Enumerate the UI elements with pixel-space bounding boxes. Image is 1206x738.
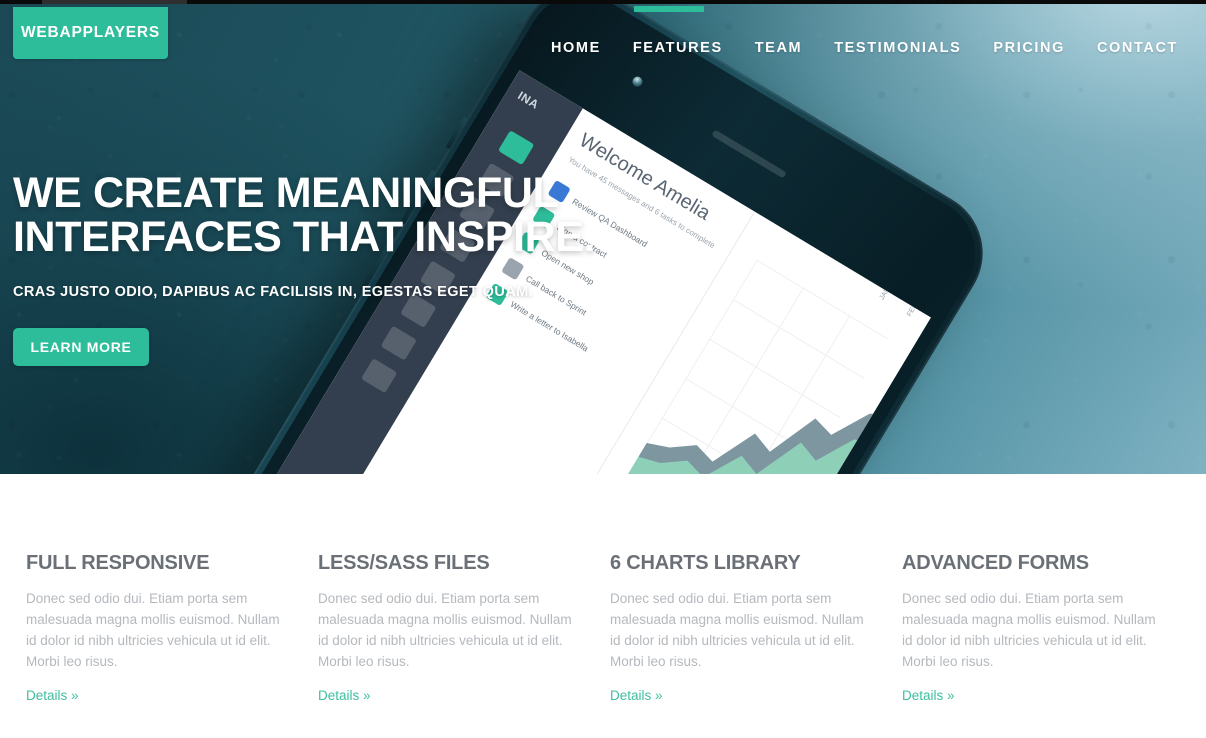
- hero-title: WE CREATE MEANINGFUL INTERFACES THAT INS…: [13, 169, 633, 261]
- feature-details-link[interactable]: Details »: [610, 688, 663, 703]
- site-logo[interactable]: WEBAPPLAYERS: [13, 7, 168, 59]
- feature-column-advanced-forms: ADVANCED FORMS Donec sed odio dui. Etiam…: [902, 552, 1194, 705]
- feature-details-link[interactable]: Details »: [318, 688, 371, 703]
- features-grid: FULL RESPONSIVE Donec sed odio dui. Etia…: [26, 552, 1194, 705]
- nav-item-testimonials[interactable]: TESTIMONIALS: [818, 40, 977, 56]
- site-logo-text: WEBAPPLAYERS: [20, 24, 161, 41]
- hero-copy: WE CREATE MEANINGFUL INTERFACES THAT INS…: [13, 169, 633, 366]
- nav-item-pricing[interactable]: PRICING: [977, 40, 1081, 56]
- hero-title-line-1: WE CREATE MEANINGFUL: [13, 169, 559, 217]
- nav-item-features[interactable]: FEATURES: [617, 40, 739, 56]
- carousel-dot-1[interactable]: [588, 432, 599, 443]
- feature-column-full-responsive: FULL RESPONSIVE Donec sed odio dui. Etia…: [26, 552, 318, 705]
- hero-title-line-2: INTERFACES THAT INSPIRE.: [13, 212, 596, 261]
- feature-title: FULL RESPONSIVE: [26, 552, 210, 574]
- feature-body: Donec sed odio dui. Etiam porta sem male…: [902, 591, 1156, 669]
- app-rail-icon-dashboard: [497, 130, 535, 166]
- browser-top-strip-segment: [42, 0, 187, 4]
- nav-item-contact[interactable]: CONTACT: [1081, 40, 1178, 56]
- hero-section: INA Welcome Amelia You have 45 messages …: [0, 4, 1206, 474]
- feature-details-link[interactable]: Details »: [26, 688, 79, 703]
- feature-body: Donec sed odio dui. Etiam porta sem male…: [318, 591, 572, 669]
- feature-column-charts-library: 6 CHARTS LIBRARY Donec sed odio dui. Eti…: [610, 552, 902, 705]
- nav-item-home[interactable]: HOME: [535, 40, 617, 56]
- hero-subtitle: CRAS JUSTO ODIO, DAPIBUS AC FACILISIS IN…: [13, 283, 534, 300]
- page-progress-fill: [634, 6, 704, 12]
- features-section: FULL RESPONSIVE Donec sed odio dui. Etia…: [0, 474, 1206, 738]
- browser-top-strip: [0, 0, 1206, 4]
- carousel-pagination: [0, 432, 1206, 443]
- feature-details-link[interactable]: Details »: [902, 688, 955, 703]
- learn-more-button[interactable]: LEARN MORE: [13, 327, 149, 366]
- carousel-dot-2[interactable]: [607, 432, 618, 443]
- nav-item-team[interactable]: TEAM: [739, 40, 818, 56]
- main-navigation: HOME FEATURES TEAM TESTIMONIALS PRICING …: [535, 40, 1178, 56]
- feature-title: LESS/SASS FILES: [318, 552, 490, 574]
- feature-body: Donec sed odio dui. Etiam porta sem male…: [610, 591, 864, 669]
- feature-column-less-sass-files: LESS/SASS FILES Donec sed odio dui. Etia…: [318, 552, 610, 705]
- feature-title: ADVANCED FORMS: [902, 552, 1089, 574]
- feature-title: 6 CHARTS LIBRARY: [610, 552, 801, 574]
- feature-body: Donec sed odio dui. Etiam porta sem male…: [26, 591, 280, 669]
